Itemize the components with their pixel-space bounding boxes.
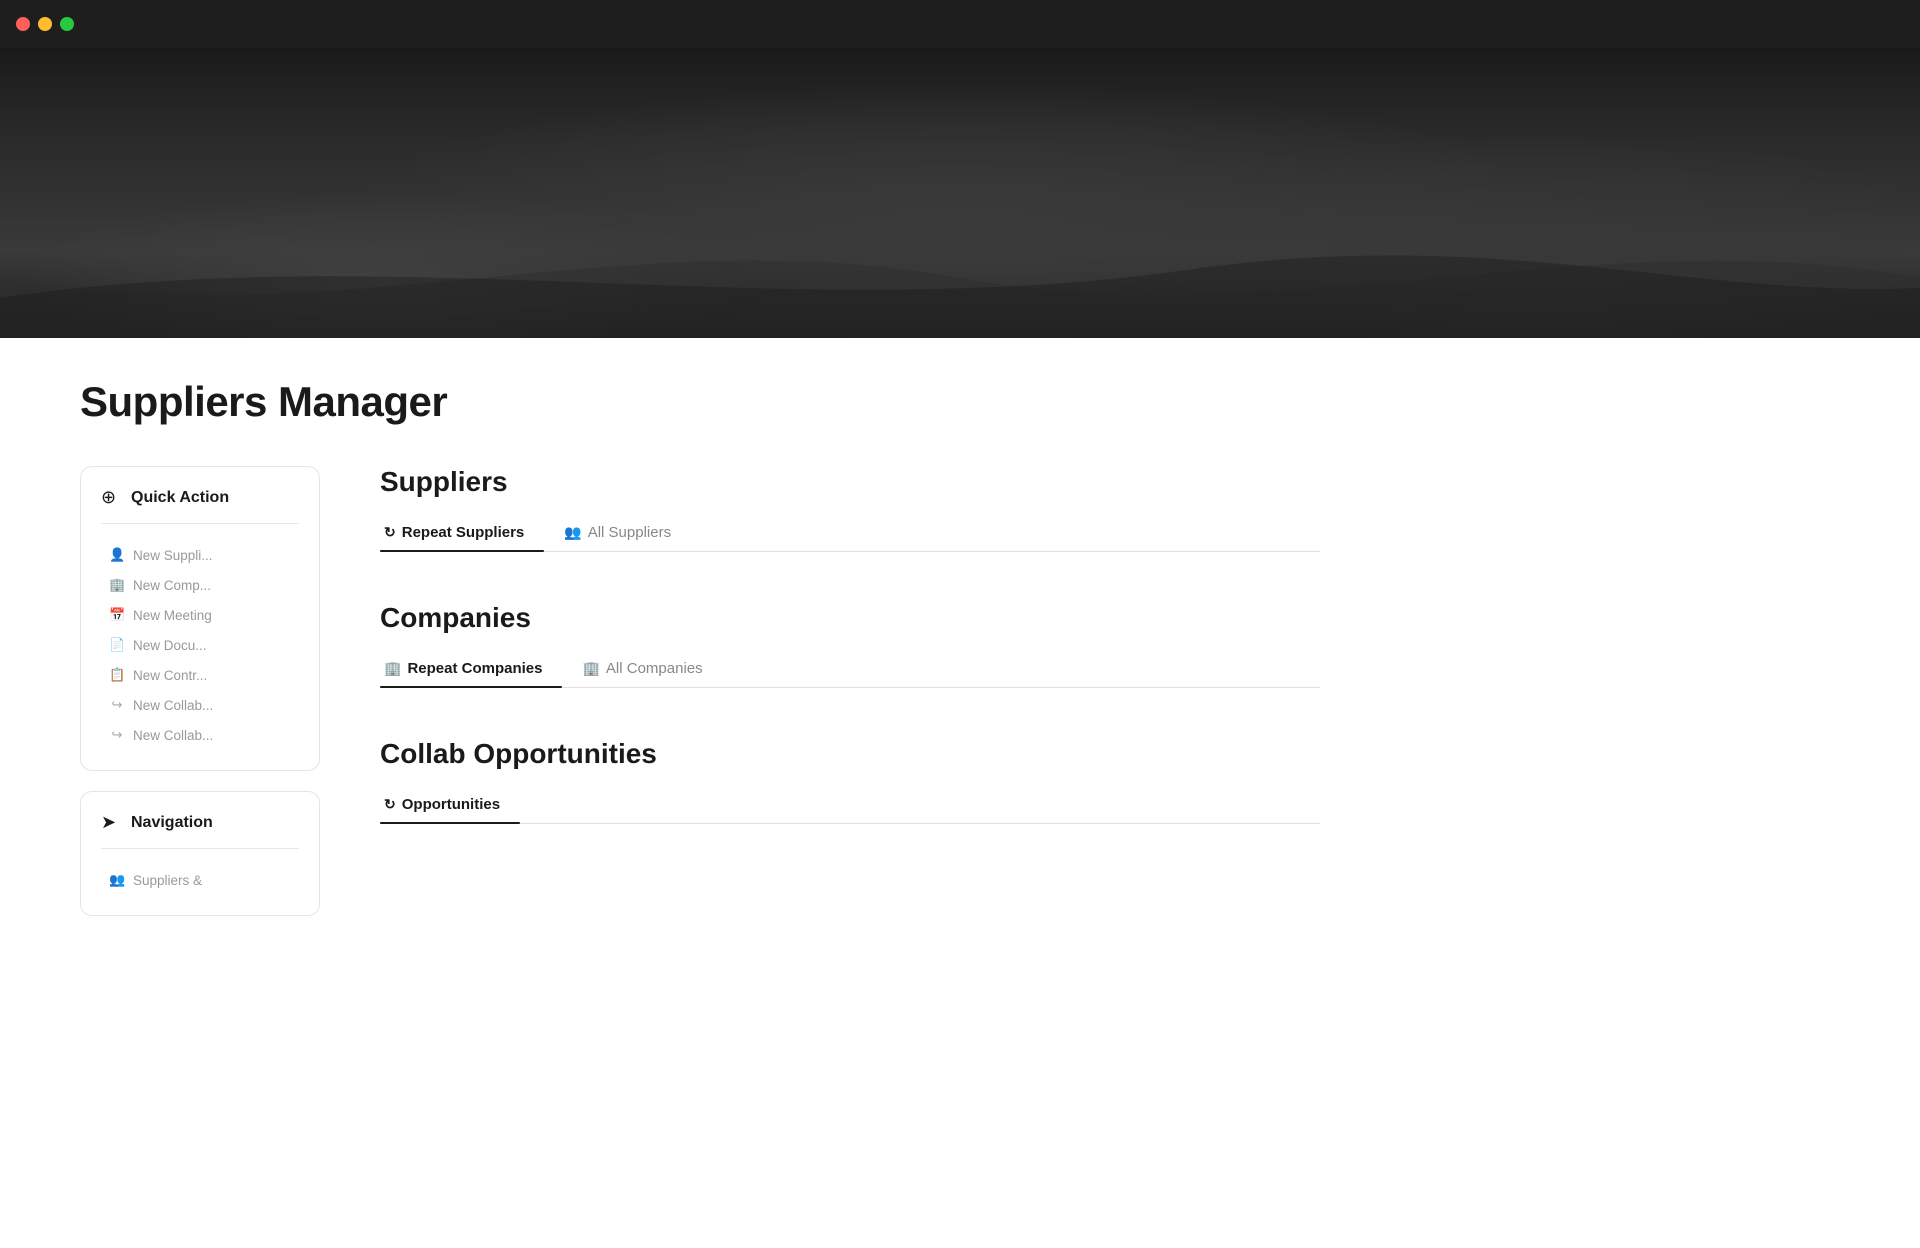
navigation-title: Navigation xyxy=(131,814,213,832)
suppliers-section-title: Suppliers xyxy=(380,466,1320,498)
new-supplier-button[interactable]: 👤 New Suppli... xyxy=(101,540,299,570)
calendar-icon: 📅 xyxy=(109,607,125,623)
titlebar xyxy=(0,0,1920,48)
tab-repeat-companies[interactable]: 🏢 Repeat Companies xyxy=(380,650,562,687)
suppliers-section: Suppliers ↻ Repeat Suppliers 👥 All Suppl… xyxy=(380,466,1320,552)
new-meeting-label: New Meeting xyxy=(133,608,212,623)
suppliers-tabs: ↻ Repeat Suppliers 👥 All Suppliers xyxy=(380,514,1320,552)
location-arrow-icon: ➤ xyxy=(101,812,123,834)
nav-suppliers-button[interactable]: 👥 Suppliers & xyxy=(101,865,299,895)
sidebar: ⊕ Quick Action 👤 New Suppli... 🏢 New Com… xyxy=(80,466,320,916)
quick-action-title: Quick Action xyxy=(131,489,229,507)
companies-section: Companies 🏢 Repeat Companies 🏢 All Compa… xyxy=(380,602,1320,688)
collab-section-title: Collab Opportunities xyxy=(380,738,1320,770)
new-supplier-label: New Suppli... xyxy=(133,548,213,563)
new-contract-button[interactable]: 📋 New Contr... xyxy=(101,660,299,690)
repeat-icon-collab: ↻ xyxy=(384,796,396,813)
new-document-label: New Docu... xyxy=(133,638,207,653)
collab-section: Collab Opportunities ↻ Opportunities xyxy=(380,738,1320,824)
tab-all-companies[interactable]: 🏢 All Companies xyxy=(578,650,722,687)
close-button[interactable] xyxy=(16,17,30,31)
companies-section-title: Companies xyxy=(380,602,1320,634)
maximize-button[interactable] xyxy=(60,17,74,31)
main-content: Suppliers Manager ⊕ Quick Action 👤 New S… xyxy=(0,338,1400,976)
new-collab-2-label: New Collab... xyxy=(133,728,213,743)
building-icon: 🏢 xyxy=(109,577,125,593)
new-contract-label: New Contr... xyxy=(133,668,207,683)
tab-repeat-companies-label: Repeat Companies xyxy=(407,660,542,677)
nav-suppliers-label: Suppliers & xyxy=(133,873,202,888)
hero-banner xyxy=(0,48,1920,338)
new-meeting-button[interactable]: 📅 New Meeting xyxy=(101,600,299,630)
arrow-share-icon-1: ↪ xyxy=(109,697,125,713)
person-icon: 👤 xyxy=(109,547,125,563)
building-icon-all: 🏢 xyxy=(582,660,599,677)
quick-action-card: ⊕ Quick Action 👤 New Suppli... 🏢 New Com… xyxy=(80,466,320,771)
new-collab-1-label: New Collab... xyxy=(133,698,213,713)
tab-all-companies-label: All Companies xyxy=(606,660,703,677)
building-icon-repeat: 🏢 xyxy=(384,660,401,677)
new-collab-2-button[interactable]: ↪ New Collab... xyxy=(101,720,299,750)
minimize-button[interactable] xyxy=(38,17,52,31)
layout: ⊕ Quick Action 👤 New Suppli... 🏢 New Com… xyxy=(80,466,1320,916)
repeat-icon-suppliers: ↻ xyxy=(384,524,396,541)
collab-tabs: ↻ Opportunities xyxy=(380,786,1320,824)
page-title: Suppliers Manager xyxy=(80,378,1320,426)
tab-opportunities[interactable]: ↻ Opportunities xyxy=(380,786,520,823)
arrow-share-icon-2: ↪ xyxy=(109,727,125,743)
tab-repeat-suppliers[interactable]: ↻ Repeat Suppliers xyxy=(380,514,544,551)
tab-all-suppliers[interactable]: 👥 All Suppliers xyxy=(560,514,691,551)
companies-tabs: 🏢 Repeat Companies 🏢 All Companies xyxy=(380,650,1320,688)
persons-icon: 👥 xyxy=(109,872,125,888)
tab-opportunities-label: Opportunities xyxy=(402,796,500,813)
navigation-header: ➤ Navigation xyxy=(101,812,299,849)
navigation-card: ➤ Navigation 👥 Suppliers & xyxy=(80,791,320,916)
persons-icon-suppliers: 👥 xyxy=(564,524,581,541)
new-company-label: New Comp... xyxy=(133,578,211,593)
quick-action-header: ⊕ Quick Action xyxy=(101,487,299,524)
document-icon: 📄 xyxy=(109,637,125,653)
wave-decoration xyxy=(0,218,1920,338)
new-document-button[interactable]: 📄 New Docu... xyxy=(101,630,299,660)
new-company-button[interactable]: 🏢 New Comp... xyxy=(101,570,299,600)
new-collab-1-button[interactable]: ↪ New Collab... xyxy=(101,690,299,720)
document-lines-icon: 📋 xyxy=(109,667,125,683)
plus-circle-icon: ⊕ xyxy=(101,487,123,509)
tab-repeat-suppliers-label: Repeat Suppliers xyxy=(402,524,525,541)
tab-all-suppliers-label: All Suppliers xyxy=(588,524,671,541)
main-sections: Suppliers ↻ Repeat Suppliers 👥 All Suppl… xyxy=(380,466,1320,824)
